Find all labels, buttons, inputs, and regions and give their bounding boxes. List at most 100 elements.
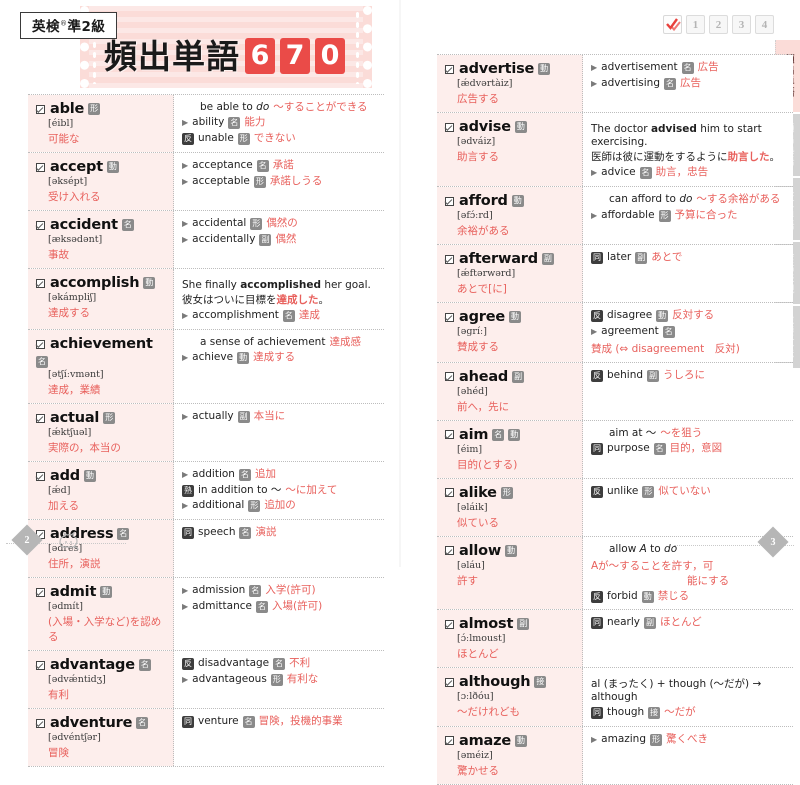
page-nav-button-4[interactable]: 4 (755, 15, 774, 34)
relation-badge: 同 (591, 617, 603, 630)
definition-line: ▶ accomplishment 名達成 (182, 309, 378, 323)
japanese-gloss: 反対する (672, 309, 715, 322)
japanese-gloss: 能にする (687, 574, 730, 587)
japanese-meaning: 似ている (457, 516, 499, 529)
japanese-gloss: できない (253, 132, 296, 145)
checkbox-icon[interactable] (36, 162, 45, 172)
checkbox-icon[interactable] (445, 122, 454, 132)
page-nav-button-3[interactable]: 3 (732, 15, 751, 34)
headword-line: advantage 名 (36, 657, 168, 673)
part-of-speech-badge: 動 (508, 428, 521, 441)
definition-panel: ▶ admission 名入学(許可) ▶ admittance 名入場(許可) (174, 578, 384, 651)
checkbox-icon[interactable] (36, 220, 45, 230)
headword-panel: amaze 動 [əméiz] 驚かせる (437, 726, 583, 784)
definition-panel: can afford to do ～する余裕がある ▶ affordable 形予算に合… (583, 187, 793, 245)
checkbox-icon[interactable] (445, 430, 454, 440)
checkbox-icon[interactable] (36, 587, 45, 597)
definition-line: 反 unlike 形似ていない (591, 485, 787, 498)
headword-line: accomplish 動 (36, 275, 168, 291)
textbook-page-spread: 英検®準2級 頻出単語 6 7 0 1 2 3 4 頻出単語頻出熟語長文単語会話… (0, 0, 800, 785)
definition-pos-badge: 名 (662, 325, 675, 338)
headword: although (459, 674, 531, 691)
japanese-gloss: 追加の (264, 499, 296, 512)
definition-line: She finally accomplished her goal. (182, 275, 378, 292)
page-nav[interactable]: 1 2 3 4 (663, 15, 774, 34)
derivative-triangle-icon: ▶ (182, 674, 189, 684)
definition-pos-badge: 名 (273, 658, 286, 671)
derivative-triangle-icon: ▶ (182, 412, 189, 422)
definition-line: ▶ accidentally 副偶然 (182, 233, 378, 247)
checkbox-icon[interactable] (445, 254, 454, 264)
checkbox-icon[interactable] (36, 660, 45, 670)
definition-pos-badge: 名 (242, 716, 255, 729)
checkbox-icon[interactable] (445, 488, 454, 498)
definition-pos-badge: 動 (656, 310, 669, 323)
english-term: disagree (607, 309, 653, 322)
level-tag: 英検®準2級 (20, 12, 118, 39)
checkbox-icon[interactable] (36, 339, 45, 349)
part-of-speech-badge: 動 (514, 734, 527, 747)
definition-panel: 同 speech 名演説 (174, 520, 384, 578)
page-nav-button-1[interactable]: 1 (686, 15, 705, 34)
checkbox-icon[interactable] (445, 196, 454, 206)
phonetic-transcription: [ədvǽntidʒ] (48, 674, 106, 686)
checkbox-icon[interactable] (36, 278, 45, 288)
phonetic-transcription: [əhéd] (457, 385, 488, 397)
japanese-gloss: 演説 (255, 526, 277, 539)
vocabulary-column-right: advertise 動 [ǽdvərtàiz] 広告する ▶ advertisement 名… (437, 54, 793, 785)
definition-line: 熟 in addition to ～～に加えて (182, 484, 378, 498)
english-term: admission (192, 584, 246, 597)
checkbox-icon[interactable] (36, 718, 45, 728)
headword-line: almost 副 (445, 616, 577, 632)
headword: add (50, 468, 80, 485)
definition-panel: 同 venture 名冒険，投機的事業 (174, 709, 384, 767)
checkbox-icon[interactable] (445, 64, 454, 74)
checkbox-icon[interactable] (445, 736, 454, 745)
page-nav-button-2[interactable]: 2 (709, 15, 728, 34)
checkbox-icon[interactable] (36, 104, 45, 114)
definition-line: ▶ acceptance 名承諾 (182, 159, 378, 173)
english-term: accidentally (192, 233, 256, 245)
part-of-speech-badge: 形 (88, 103, 101, 115)
english-term: al (まったく) + though (～だが) → although (591, 678, 762, 704)
headword-line: actual 形 (36, 410, 168, 426)
phonetic-transcription: [ədvéntʃər] (48, 732, 101, 744)
checkbox-icon[interactable] (36, 413, 45, 423)
english-term: unlike (607, 484, 639, 497)
headword: agree (459, 309, 505, 326)
page-number-left-value: 2 (24, 534, 30, 546)
phonetic-transcription: [əfɔ́ːrd] (457, 210, 493, 222)
definition-pos-badge: 形 (237, 133, 250, 146)
japanese-meaning: 驚かせる (457, 764, 499, 777)
english-term: She finally accomplished her goal. (182, 279, 371, 291)
registered-mark: ® (60, 19, 68, 28)
headword: amaze (459, 732, 511, 749)
headword-panel: advantage 名 [ədvǽntidʒ] 有利 (28, 651, 174, 709)
english-term: advertising (601, 77, 660, 89)
checkbox-icon[interactable] (445, 619, 454, 629)
headword-panel: aim 名動 [éim] 目的(とする) (437, 420, 583, 478)
english-term: venture (198, 715, 239, 728)
vocabulary-entry: afford 動 [əfɔ́ːrd] 余裕がある can afford to do ～する… (437, 187, 793, 246)
vocabulary-entry: advertise 動 [ǽdvərtàiz] 広告する ▶ advertisement 名… (437, 54, 793, 113)
checkbox-icon[interactable] (445, 677, 454, 687)
derivative-triangle-icon: ▶ (591, 326, 598, 336)
phonetic-transcription: [ǽd] (48, 485, 71, 497)
japanese-gloss: 偶然の (266, 217, 298, 229)
checkbox-icon[interactable] (36, 471, 45, 481)
definition-panel: 反 disagree 動反対する ▶ agreement 名賛成 (⇔ disagreem… (583, 303, 793, 362)
phonetic-transcription: [əláik] (457, 501, 488, 513)
headword: accident (50, 217, 118, 233)
definition-panel: The doctor advised him to start exercisi… (583, 113, 793, 187)
english-term: advertisement (601, 61, 678, 73)
definition-pos-badge: 名 (239, 527, 252, 540)
definition-line: ▶ amazing 形驚くべき (591, 733, 787, 747)
checkbox-icon[interactable] (445, 372, 454, 382)
title-highlight: 単語 (172, 36, 240, 76)
definition-pos-badge: 動 (641, 591, 654, 603)
count-digit-2: 0 (315, 38, 345, 74)
checkbox-icon[interactable] (445, 546, 454, 556)
checkbox-icon[interactable] (445, 312, 454, 322)
headword-panel: adventure 名 [ədvéntʃər] 冒険 (28, 709, 174, 767)
relation-badge: 反 (591, 591, 603, 603)
